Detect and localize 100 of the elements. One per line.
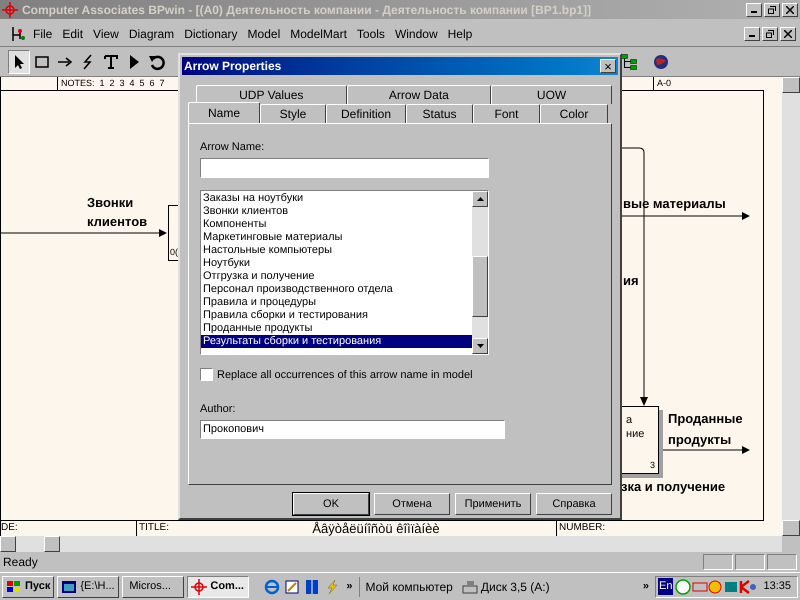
menu-item[interactable]: ModelMart (285, 24, 352, 42)
minimize-icon (749, 35, 755, 37)
list-item[interactable]: Настольные компьютеры (201, 244, 472, 256)
menu-item[interactable]: Tools (352, 24, 390, 42)
list-item[interactable]: Результаты сборки и тестирования (201, 334, 472, 348)
tab[interactable]: Font (473, 104, 540, 123)
taskbar-button[interactable]: Com... (187, 576, 250, 598)
document-minimize-button[interactable] (744, 26, 760, 40)
toolbar-link[interactable]: Мой компьютер (362, 578, 456, 596)
tab[interactable]: Definition (326, 104, 406, 123)
restore-button[interactable] (764, 2, 780, 16)
list-item[interactable]: Звонки клиентов (201, 204, 472, 218)
crosshair-icon (191, 578, 208, 594)
status-text: Ready (3, 554, 39, 571)
menu-item[interactable]: Window (390, 24, 443, 42)
list-item[interactable]: Маркетинговые материалы (201, 230, 472, 244)
arrow-label: Проданные продукты (668, 410, 743, 449)
tool-button[interactable] (8, 50, 30, 74)
arrow-name-field[interactable] (200, 158, 489, 178)
list-item[interactable]: Персонал производственного отдела (201, 282, 472, 296)
close-icon (786, 6, 794, 14)
close-button[interactable]: × (600, 59, 616, 73)
box-number: 3 (650, 459, 655, 472)
list-item[interactable]: Правила сборки и тестирования (201, 308, 472, 322)
list-item[interactable]: Компоненты (201, 218, 472, 230)
checkbox-label[interactable]: Replace all occurrences of this arrow name in model (217, 366, 473, 383)
more-chevron[interactable]: » (640, 578, 652, 595)
menu-item[interactable]: Help (442, 24, 478, 42)
tab[interactable]: Status (406, 104, 473, 123)
checkbox[interactable] (200, 368, 213, 382)
dialog-button[interactable]: Отмена (374, 493, 450, 515)
name-list[interactable] (200, 190, 489, 354)
text-tool-icon (102, 52, 120, 70)
list-item[interactable]: Правила и процедуры (201, 296, 472, 308)
minimize-icon (751, 11, 757, 13)
minimize-button[interactable] (746, 2, 762, 16)
list-scrollbar[interactable] (472, 190, 488, 354)
list-item[interactable]: Заказы на ноутбуки (201, 192, 472, 204)
box-text: а (626, 413, 634, 427)
arrow-label: зка и получение (621, 478, 726, 496)
tab[interactable]: Color (540, 104, 608, 123)
field-label: Author: (200, 402, 236, 417)
taskbar-button[interactable]: {E:\H... (57, 576, 120, 598)
document-restore-button[interactable] (762, 26, 778, 40)
tab[interactable]: UOW (491, 85, 612, 104)
language-indicator[interactable]: En (658, 578, 674, 595)
close-button[interactable] (782, 2, 798, 16)
tab[interactable]: Style (260, 104, 326, 123)
box-text: ние (626, 427, 646, 441)
clock: 13:35 (762, 579, 792, 594)
floppy-drive-icon (462, 578, 478, 594)
list-item[interactable]: Отгрузка и получение (201, 270, 472, 282)
list-item[interactable]: Проданные продукты (201, 322, 472, 334)
down-arrow-icon (476, 344, 484, 348)
node-header: A-0 (653, 77, 764, 90)
list-item[interactable]: Ноутбуки (201, 256, 472, 270)
menu-item[interactable]: View (88, 24, 124, 42)
more-chevron[interactable]: » (343, 578, 356, 595)
app-document-icon (10, 24, 28, 42)
status-pane (703, 554, 733, 570)
crosshair-icon (2, 2, 18, 18)
restore-icon (766, 30, 774, 38)
up-arrow-icon (476, 196, 484, 200)
close-icon (784, 30, 792, 38)
restore-icon (768, 6, 776, 14)
dialog-button[interactable]: Справка (536, 493, 612, 515)
book-icon[interactable] (304, 578, 320, 594)
menu-item[interactable]: Model (242, 24, 286, 42)
notepad-icon[interactable] (284, 578, 300, 594)
tab[interactable]: Name (188, 102, 260, 123)
dialog-button[interactable]: OK (293, 493, 369, 515)
horizontal-scrollbar[interactable] (0, 536, 782, 552)
menu-item[interactable]: File (28, 24, 58, 42)
menu-item[interactable]: Edit (57, 24, 88, 42)
tree-icon (621, 54, 637, 70)
start-button[interactable]: Пуск (2, 576, 54, 598)
tray-icons-drawing[interactable] (675, 578, 758, 594)
tab[interactable]: UDP Values (196, 85, 347, 104)
menu-item[interactable]: Diagram (124, 24, 180, 42)
toolbar-link[interactable]: Диск 3,5 (A:) (458, 578, 553, 596)
dialog-button[interactable]: Применить (455, 493, 531, 515)
field-label: Arrow Name: (200, 140, 266, 155)
dialog-title: Arrow Properties (184, 58, 282, 75)
taskbar-button[interactable]: Micros... (122, 576, 184, 598)
tab[interactable]: Arrow Data (346, 85, 492, 104)
status-pane (735, 554, 765, 570)
window-icon (61, 578, 78, 594)
document-close-button[interactable] (780, 26, 796, 40)
flag-icon (6, 580, 22, 594)
diagram-title: Åâÿòåëüíîñòü êîìïàíèè (311, 521, 441, 536)
vertical-scrollbar[interactable] (782, 77, 800, 536)
undo-icon (148, 52, 166, 70)
status-pane (767, 554, 797, 570)
arrow-label: ия (623, 272, 639, 290)
menu-item[interactable]: Dictionary (179, 24, 243, 42)
box-number: 0( (170, 246, 178, 259)
arrow-label: Звонки клиентов (87, 194, 148, 231)
author-field[interactable]: Прокопович (200, 420, 505, 438)
globe-icon (652, 52, 670, 70)
node-label: DE: (1, 521, 19, 535)
